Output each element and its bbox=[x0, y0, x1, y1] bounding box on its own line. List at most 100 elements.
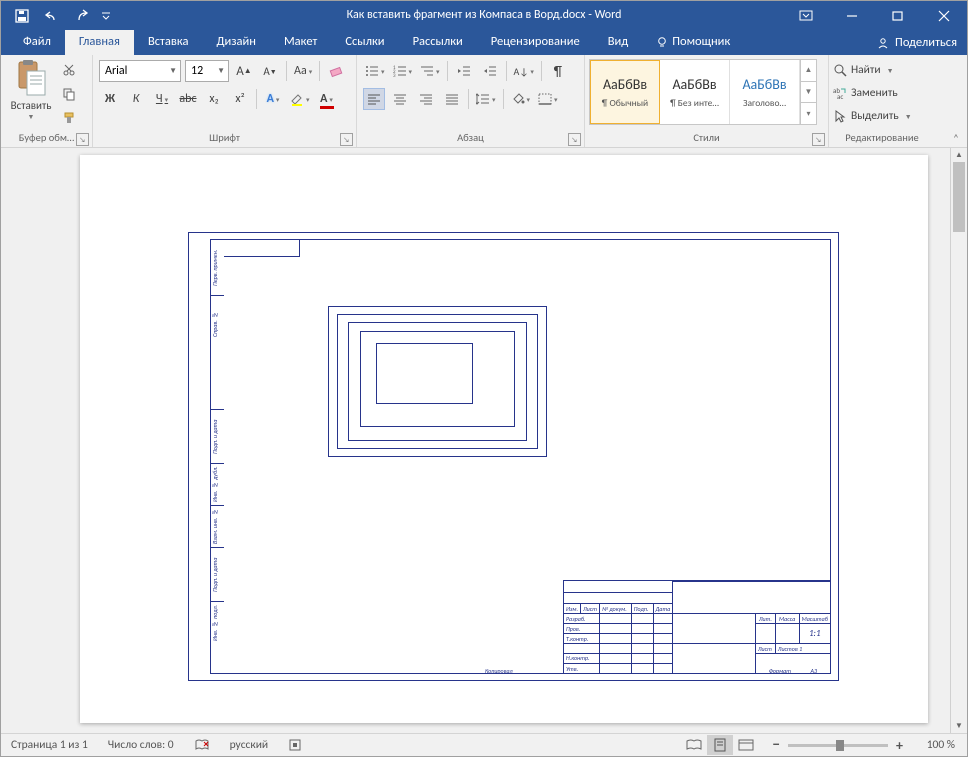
search-icon bbox=[833, 63, 847, 77]
group-font: Arial▼ 12▼ A▲ A▼ Aa Ж К Ч abc x₂ x² A A bbox=[93, 55, 357, 147]
bullets-button[interactable] bbox=[363, 60, 387, 82]
style-name: Заголово… bbox=[730, 97, 799, 109]
zoom-in-button[interactable]: + bbox=[896, 737, 903, 754]
zoom-out-button[interactable]: − bbox=[773, 736, 780, 754]
strikethrough-button[interactable]: abc bbox=[177, 88, 199, 110]
scroll-thumb[interactable] bbox=[953, 162, 965, 232]
paste-label: Вставить bbox=[11, 99, 52, 112]
drawing-bottom-strip: Копировал Формат А3 bbox=[224, 667, 831, 674]
numbering-button[interactable]: 123 bbox=[391, 60, 415, 82]
close-button[interactable] bbox=[921, 1, 967, 30]
page: Перв. примен. Справ. № Подп. и дата Инв.… bbox=[80, 155, 928, 723]
ribbon-display-options-button[interactable] bbox=[783, 1, 829, 30]
document-area[interactable]: Перв. примен. Справ. № Подп. и дата Инв.… bbox=[1, 148, 950, 733]
shading-button[interactable] bbox=[509, 88, 533, 110]
group-paragraph-label: Абзац↘ bbox=[357, 129, 584, 147]
tab-file[interactable]: Файл bbox=[9, 30, 65, 55]
styles-dialog-launcher[interactable]: ↘ bbox=[812, 133, 825, 146]
font-dialog-launcher[interactable]: ↘ bbox=[340, 133, 353, 146]
maximize-button[interactable] bbox=[875, 1, 921, 30]
highlight-button[interactable] bbox=[288, 88, 312, 110]
style-normal[interactable]: АаБбВв ¶ Обычный bbox=[590, 60, 660, 124]
minimize-button[interactable] bbox=[829, 1, 875, 30]
sort-button[interactable]: A↓ bbox=[512, 60, 536, 82]
style-no-spacing[interactable]: АаБбВв ¶ Без инте… bbox=[660, 60, 730, 124]
zoom-level[interactable]: 100 % bbox=[911, 738, 955, 752]
macro-icon bbox=[288, 738, 302, 752]
line-spacing-button[interactable] bbox=[474, 88, 498, 110]
view-read-mode[interactable] bbox=[681, 735, 707, 755]
justify-button[interactable] bbox=[441, 88, 463, 110]
collapse-ribbon-button[interactable]: ˄ bbox=[949, 132, 963, 145]
tab-review[interactable]: Рецензирование bbox=[477, 30, 594, 55]
group-styles-label: Стили↘ bbox=[585, 129, 828, 147]
borders-button[interactable] bbox=[536, 88, 560, 110]
tab-insert[interactable]: Вставка bbox=[134, 30, 203, 55]
select-button[interactable]: Выделить▼ bbox=[831, 105, 918, 127]
align-center-button[interactable] bbox=[389, 88, 411, 110]
replace-button[interactable]: abacЗаменить bbox=[831, 82, 918, 104]
text-effects-button[interactable]: A bbox=[262, 88, 284, 110]
tab-layout[interactable]: Макет bbox=[270, 30, 331, 55]
subscript-button[interactable]: x₂ bbox=[203, 88, 225, 110]
view-web-layout[interactable] bbox=[733, 735, 759, 755]
undo-button[interactable] bbox=[37, 1, 67, 30]
vertical-scrollbar[interactable]: ▲ ▼ bbox=[950, 148, 967, 733]
copy-button[interactable] bbox=[58, 83, 80, 105]
underline-button[interactable]: Ч bbox=[151, 88, 173, 110]
qat-customize-button[interactable] bbox=[97, 1, 115, 30]
tab-home[interactable]: Главная bbox=[65, 30, 134, 55]
redo-button[interactable] bbox=[67, 1, 97, 30]
align-left-button[interactable] bbox=[363, 88, 385, 110]
align-right-button[interactable] bbox=[415, 88, 437, 110]
paste-button[interactable]: Вставить ▼ bbox=[7, 59, 55, 121]
save-button[interactable] bbox=[7, 1, 37, 30]
view-print-layout[interactable] bbox=[707, 735, 733, 755]
scroll-up-button[interactable]: ▲ bbox=[951, 148, 967, 162]
tell-me[interactable]: Помощник bbox=[642, 30, 744, 55]
italic-button[interactable]: К bbox=[125, 88, 147, 110]
zoom-slider[interactable] bbox=[788, 744, 888, 747]
tab-mailings[interactable]: Рассылки bbox=[399, 30, 477, 55]
style-name: ¶ Обычный bbox=[591, 97, 659, 109]
title-block: Изм. Лист № докум. Подп. Дата Разраб. Ли… bbox=[563, 580, 831, 674]
bold-button[interactable]: Ж bbox=[99, 88, 121, 110]
styles-scroll-down[interactable]: ▼ bbox=[801, 82, 816, 104]
show-marks-button[interactable]: ¶ bbox=[547, 60, 569, 82]
font-size-value: 12 bbox=[191, 64, 203, 78]
tab-view[interactable]: Вид bbox=[594, 30, 643, 55]
group-font-label: Шрифт↘ bbox=[93, 129, 356, 147]
kompas-drawing[interactable]: Перв. примен. Справ. № Подп. и дата Инв.… bbox=[188, 232, 839, 681]
book-icon bbox=[194, 738, 210, 752]
paragraph-dialog-launcher[interactable]: ↘ bbox=[568, 133, 581, 146]
font-name-combo[interactable]: Arial▼ bbox=[99, 60, 181, 82]
shrink-font-button[interactable]: A▼ bbox=[259, 60, 281, 82]
style-heading1[interactable]: АаБбВв Заголово… bbox=[730, 60, 800, 124]
cut-button[interactable] bbox=[58, 59, 80, 81]
status-proofing[interactable] bbox=[184, 734, 220, 756]
status-word-count[interactable]: Число слов: 0 bbox=[98, 734, 184, 756]
increase-indent-button[interactable] bbox=[479, 60, 501, 82]
clear-formatting-button[interactable] bbox=[325, 60, 347, 82]
grow-font-button[interactable]: A▲ bbox=[233, 60, 255, 82]
status-page[interactable]: Страница 1 из 1 bbox=[1, 734, 98, 756]
superscript-button[interactable]: x² bbox=[229, 88, 251, 110]
styles-expand[interactable]: ▾ bbox=[801, 103, 816, 124]
share-button[interactable]: Поделиться bbox=[876, 30, 957, 55]
paint-bucket-icon bbox=[511, 92, 525, 106]
quick-access-toolbar bbox=[1, 1, 115, 30]
clipboard-dialog-launcher[interactable]: ↘ bbox=[76, 133, 89, 146]
tab-design[interactable]: Дизайн bbox=[202, 30, 270, 55]
font-color-button[interactable]: A bbox=[316, 88, 338, 110]
tab-references[interactable]: Ссылки bbox=[331, 30, 398, 55]
find-button[interactable]: Найти▼ bbox=[831, 59, 918, 81]
status-macro[interactable] bbox=[278, 734, 312, 756]
status-language[interactable]: русский bbox=[220, 734, 279, 756]
scroll-down-button[interactable]: ▼ bbox=[951, 719, 967, 733]
styles-scroll-up[interactable]: ▲ bbox=[801, 60, 816, 82]
decrease-indent-button[interactable] bbox=[453, 60, 475, 82]
change-case-button[interactable]: Aa bbox=[292, 60, 314, 82]
multilevel-list-button[interactable] bbox=[418, 60, 442, 82]
font-size-combo[interactable]: 12▼ bbox=[185, 60, 229, 82]
format-painter-button[interactable] bbox=[58, 107, 80, 129]
